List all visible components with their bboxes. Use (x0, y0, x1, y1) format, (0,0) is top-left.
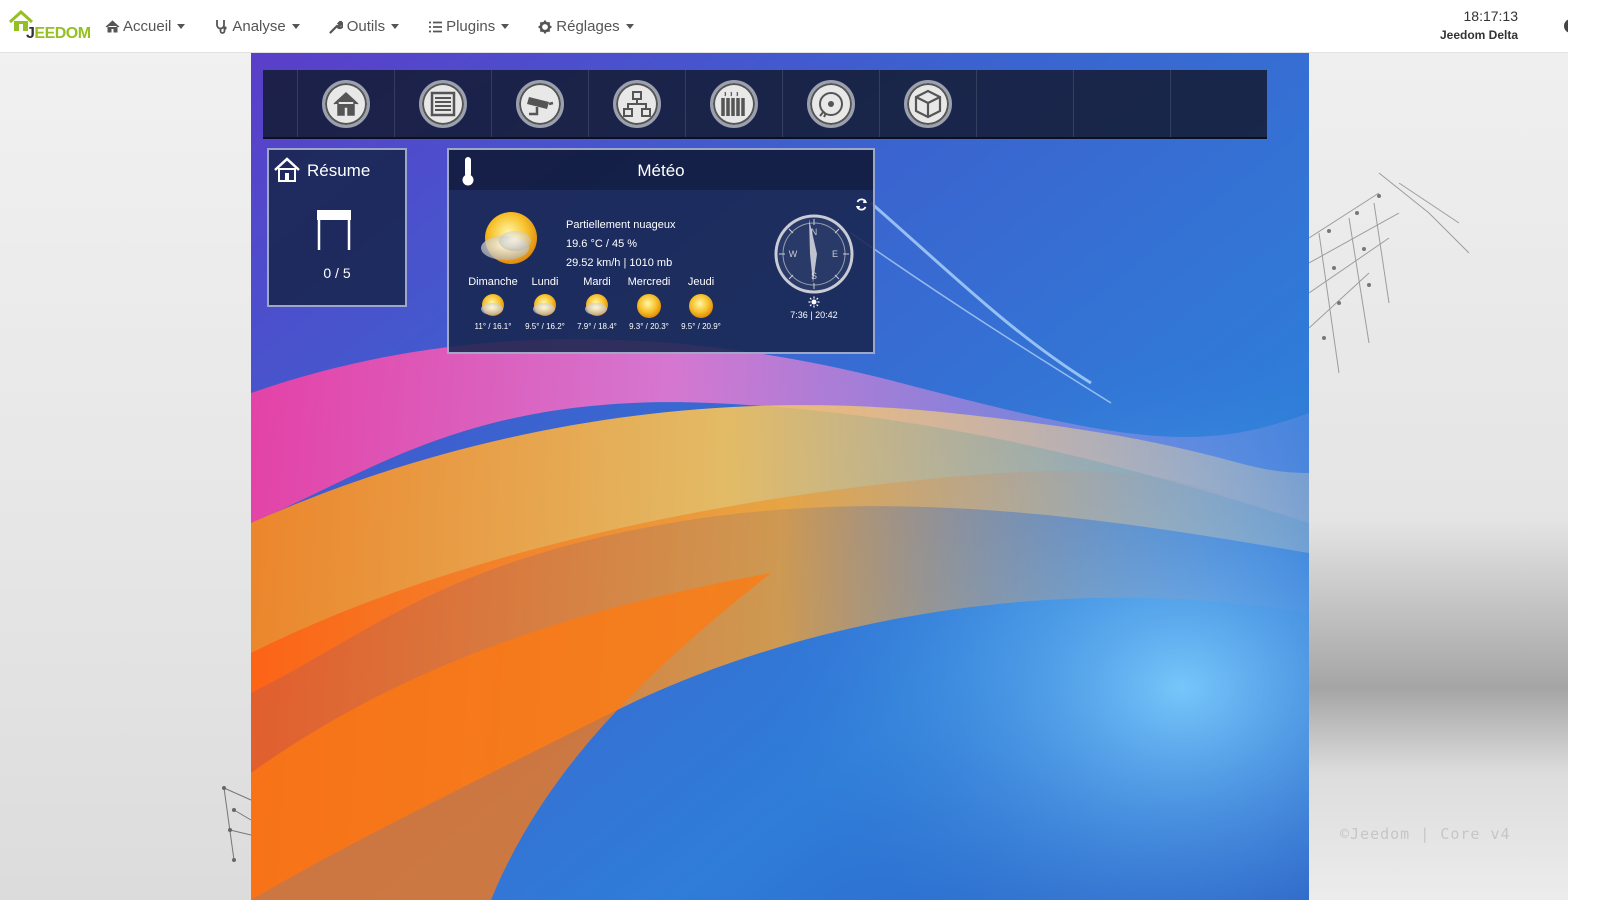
menu-analyse-label: Analyse (232, 18, 286, 35)
condition-text: Partiellement nuageux (566, 219, 676, 231)
forecast-row: Dimanche 11° / 16.1° Lundi 9.5° / 16.2° … (467, 276, 727, 331)
list-icon (427, 19, 443, 35)
forecast-day-name: Dimanche (468, 276, 518, 288)
wind-pressure: 29.52 km/h | 1010 mb (566, 257, 673, 269)
resume-header: Résume (273, 156, 370, 186)
current-conditions: Partiellement nuageux 19.6 °C / 45 % 29.… (566, 216, 675, 273)
shutter-icon (419, 79, 467, 128)
sun-icon (689, 294, 713, 318)
home-icon (322, 79, 370, 128)
sun-icon (637, 294, 661, 318)
top-navbar: JEEDOM Accueil Analyse Outils Plugins Ré… (0, 0, 1600, 53)
main-menu: Accueil Analyse Outils Plugins Réglages (94, 0, 652, 53)
background-network-decoration-left (222, 786, 252, 862)
sun-icon (808, 296, 820, 308)
menu-reglages[interactable]: Réglages (527, 0, 643, 53)
object-button-empty (1074, 70, 1171, 137)
weather-header: Météo (449, 150, 873, 190)
chevron-down-icon (291, 24, 300, 29)
object-button-home[interactable] (298, 70, 395, 137)
forecast-day-name: Lundi (531, 276, 559, 288)
object-bar-spacer (263, 70, 298, 137)
wind-compass: N E S W (774, 214, 854, 294)
temperature-humidity: 19.6 °C / 45 % (566, 238, 638, 250)
object-button-network[interactable] (589, 70, 686, 137)
forecast-temps: 7.9° / 18.4° (577, 322, 617, 331)
sun-times: 7:36 | 20:42 (769, 296, 859, 320)
home-icon (104, 19, 120, 35)
menu-outils[interactable]: Outils (318, 0, 409, 53)
forecast-day-name: Jeudi (687, 276, 715, 288)
menu-accueil[interactable]: Accueil (94, 0, 195, 53)
logo-text: JEEDOM (26, 25, 91, 42)
forecast-day-name: Mardi (583, 276, 611, 288)
partly-cloudy-icon (533, 294, 556, 316)
dashboard-panel: Résume 0 / 5 Météo Partiellement nuageux… (251, 53, 1309, 900)
forecast-temps: 9.3° / 20.3° (629, 322, 669, 331)
wrench-icon (328, 19, 344, 35)
media-icon (807, 79, 855, 128)
sunrise-sunset: 7:36 | 20:42 (790, 310, 838, 320)
forecast-day: Mercredi 9.3° / 20.3° (623, 276, 675, 331)
scrollbar-track[interactable] (1568, 0, 1600, 900)
shutter-icon (317, 210, 351, 250)
resume-title: Résume (307, 161, 371, 180)
menu-plugins-label: Plugins (446, 18, 496, 35)
menu-accueil-label: Accueil (123, 18, 172, 35)
forecast-day-name: Mercredi (627, 276, 671, 288)
clock: 18:17:13 (1463, 8, 1519, 24)
clock-block: 18:17:13 Jeedom Delta (1440, 8, 1518, 42)
menu-plugins[interactable]: Plugins (417, 0, 519, 53)
chevron-down-icon (391, 24, 400, 29)
partly-cloudy-icon (481, 294, 504, 316)
box-icon (904, 79, 952, 128)
camera-icon (516, 79, 564, 128)
partly-cloudy-icon (481, 212, 537, 264)
chevron-down-icon (177, 24, 186, 29)
object-button-camera[interactable] (492, 70, 589, 137)
forecast-day: Mardi 7.9° / 18.4° (571, 276, 623, 331)
weather-title: Météo (637, 161, 685, 180)
object-button-radiator[interactable] (686, 70, 783, 137)
network-icon (613, 79, 661, 128)
copyright-watermark: ©Jeedom | Core v4 (1340, 825, 1511, 843)
chevron-down-icon (501, 24, 510, 29)
gear-icon (537, 19, 553, 35)
forecast-day: Dimanche 11° / 16.1° (467, 276, 519, 331)
object-button-box[interactable] (880, 70, 977, 137)
partly-cloudy-icon (585, 294, 608, 316)
forecast-day: Lundi 9.5° / 16.2° (519, 276, 571, 331)
object-button-media[interactable] (783, 70, 880, 137)
weather-widget[interactable]: Météo Partiellement nuageux 19.6 °C / 45… (447, 148, 875, 354)
refresh-icon[interactable] (855, 198, 868, 211)
jeedom-logo[interactable]: JEEDOM (6, 8, 91, 44)
forecast-day: Jeudi 9.5° / 20.9° (675, 276, 727, 331)
object-button-shutter[interactable] (395, 70, 492, 137)
shutter-count: 0 / 5 (323, 265, 351, 281)
menu-outils-label: Outils (346, 18, 386, 35)
object-button-empty (977, 70, 1074, 137)
menu-analyse[interactable]: Analyse (203, 0, 309, 53)
menu-reglages-label: Réglages (556, 18, 620, 35)
compass-west: W (789, 249, 798, 259)
forecast-temps: 11° / 16.1° (474, 322, 512, 331)
resume-widget[interactable]: Résume 0 / 5 (267, 148, 407, 307)
background-network-decoration (1309, 53, 1600, 900)
radiator-icon (710, 79, 758, 128)
chevron-down-icon (625, 24, 634, 29)
forecast-temps: 9.5° / 20.9° (681, 322, 721, 331)
stethoscope-icon (213, 19, 229, 35)
object-navigation-bar (263, 70, 1267, 139)
compass-east: E (832, 249, 838, 259)
system-name: Jeedom Delta (1439, 28, 1518, 42)
forecast-temps: 9.5° / 16.2° (525, 322, 565, 331)
jeedom-house-icon (274, 157, 300, 182)
